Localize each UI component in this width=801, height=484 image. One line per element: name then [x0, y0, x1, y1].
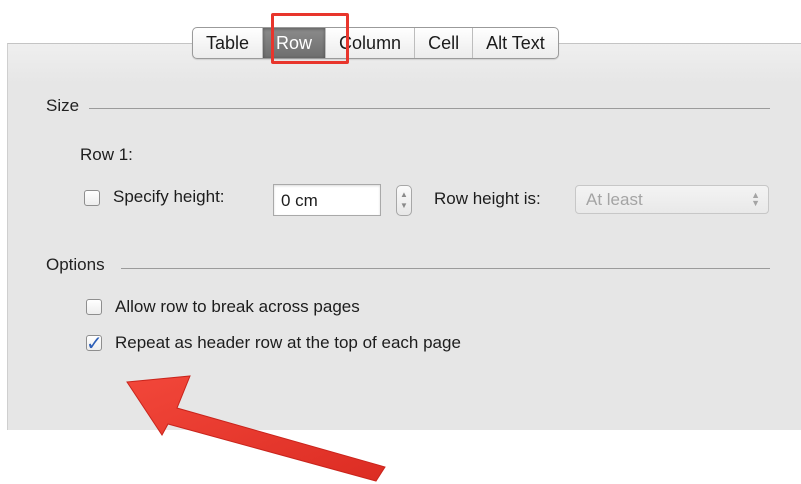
red-arrow-annotation [126, 375, 386, 482]
